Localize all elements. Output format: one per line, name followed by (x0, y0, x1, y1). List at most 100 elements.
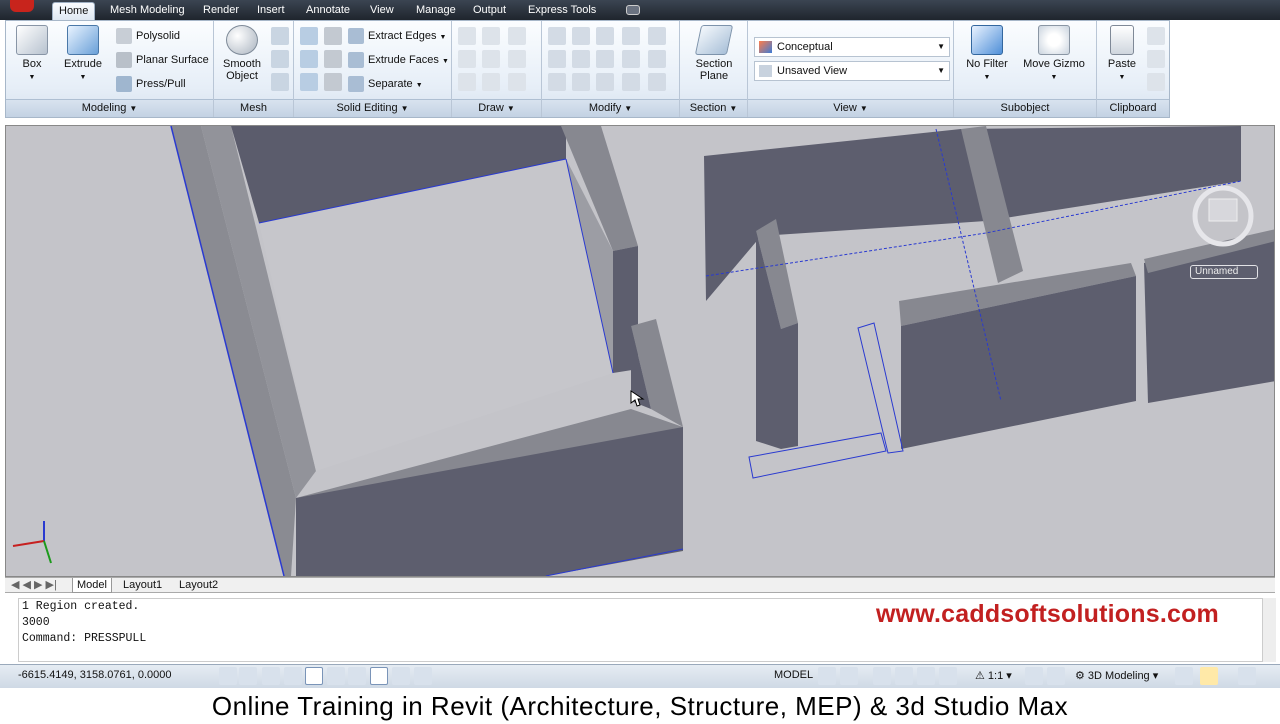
auto-scale-icon[interactable] (1047, 667, 1065, 685)
mesh-tool-icon[interactable] (271, 27, 289, 45)
smooth-object-button[interactable]: Smooth Object (218, 25, 266, 82)
tab-home[interactable]: Home (52, 2, 96, 20)
tab-insert[interactable]: Insert (251, 2, 291, 20)
pan-icon[interactable] (873, 667, 891, 685)
command-scrollbar[interactable] (1262, 598, 1276, 662)
model-space-toggle[interactable]: MODEL (774, 669, 813, 681)
tab-render[interactable]: Render (197, 2, 245, 20)
lock-icon[interactable] (1175, 667, 1193, 685)
move-gizmo-button[interactable]: Move Gizmo ▼ (1022, 25, 1086, 84)
cut-icon[interactable] (1147, 27, 1165, 45)
annotation-scale[interactable]: ⚠ 1:1 ▾ (975, 669, 1012, 682)
match-properties-icon[interactable] (1147, 73, 1165, 91)
mesh-crease-icon[interactable] (271, 73, 289, 91)
rotate-icon[interactable] (596, 50, 614, 68)
3d-move-icon[interactable] (596, 27, 614, 45)
subtract-icon[interactable] (300, 50, 318, 68)
steering-wheel-icon[interactable] (917, 667, 935, 685)
mesh-refine-icon[interactable] (271, 50, 289, 68)
tab-annotate[interactable]: Annotate (300, 2, 356, 20)
quick-properties-icon[interactable] (414, 667, 432, 685)
no-filter-button[interactable]: No Filter ▼ (962, 25, 1012, 84)
lineweight-icon[interactable] (392, 667, 410, 685)
polysolid-button[interactable]: Polysolid (116, 26, 180, 46)
zoom-icon[interactable] (895, 667, 913, 685)
line-icon[interactable] (458, 27, 476, 45)
panel-title-modify[interactable]: Modify ▼ (542, 99, 679, 117)
scale-icon[interactable] (596, 73, 614, 91)
visual-style-select[interactable]: Conceptual ▼ (754, 37, 950, 57)
offset-icon[interactable] (648, 27, 666, 45)
drawing-viewport[interactable]: Unnamed (5, 125, 1275, 577)
grid-icon[interactable] (239, 667, 257, 685)
rectangle-icon[interactable] (482, 73, 500, 91)
erase-icon[interactable] (622, 73, 640, 91)
tab-nav-arrows-icon[interactable]: ◀ ◀ ▶ ▶| (7, 578, 61, 593)
3d-array-icon[interactable] (572, 50, 590, 68)
fillet-icon[interactable] (648, 50, 666, 68)
polyline-icon[interactable] (482, 50, 500, 68)
stretch-icon[interactable] (572, 73, 590, 91)
clean-screen-icon[interactable] (1238, 667, 1256, 685)
separate-button[interactable]: Separate ▼ (348, 74, 423, 94)
panel-title-mesh[interactable]: Mesh (214, 99, 293, 117)
hardware-acceleration-icon[interactable] (1200, 667, 1218, 685)
tab-view[interactable]: View (364, 2, 400, 20)
tab-layout1[interactable]: Layout1 (119, 578, 166, 593)
otrack-icon[interactable] (348, 667, 366, 685)
extrude-faces-button[interactable]: Extrude Faces ▼ (348, 50, 449, 70)
extrude-button[interactable]: Extrude ▼ (60, 25, 106, 84)
extract-edges-button[interactable]: Extract Edges ▼ (348, 26, 446, 46)
arc-icon[interactable] (508, 27, 526, 45)
3d-scale-icon[interactable] (622, 27, 640, 45)
planar-surface-button[interactable]: Planar Surface (116, 50, 209, 70)
ellipse-icon[interactable] (508, 73, 526, 91)
quick-view-drawings-icon[interactable] (840, 667, 858, 685)
workspace-switch[interactable]: ⚙ 3D Modeling ▾ (1075, 669, 1158, 682)
minimize-ribbon-icon[interactable] (626, 5, 640, 15)
panel-title-view[interactable]: View ▼ (748, 99, 953, 117)
osnap-icon[interactable] (305, 667, 323, 685)
spline-icon[interactable] (458, 50, 476, 68)
box-button[interactable]: Box ▼ (12, 25, 52, 84)
3d-rotate-icon[interactable] (572, 27, 590, 45)
panel-title-modeling[interactable]: Modeling ▼ (6, 99, 213, 117)
polygon-icon[interactable] (458, 73, 476, 91)
join-icon[interactable] (648, 73, 666, 91)
tab-model[interactable]: Model (72, 578, 112, 593)
3d-align-icon[interactable] (548, 50, 566, 68)
annotation-visibility-icon[interactable] (1025, 667, 1043, 685)
slice-icon[interactable] (324, 27, 342, 45)
section-plane-button[interactable]: Section Plane (690, 25, 738, 82)
dynamic-input-icon[interactable] (370, 667, 388, 685)
dynamic-ucs-icon[interactable] (327, 667, 345, 685)
thicken-icon[interactable] (324, 73, 342, 91)
panel-title-draw[interactable]: Draw ▼ (452, 99, 541, 117)
viewcube-icon[interactable] (1208, 198, 1238, 222)
intersect-icon[interactable] (300, 73, 318, 91)
circle-icon[interactable] (508, 50, 526, 68)
tab-manage[interactable]: Manage (410, 2, 462, 20)
quick-view-layouts-icon[interactable] (818, 667, 836, 685)
infer-constraints-icon[interactable] (219, 667, 237, 685)
copy-icon[interactable] (622, 50, 640, 68)
presspull-button[interactable]: Press/Pull (116, 74, 186, 94)
interfere-icon[interactable] (324, 50, 342, 68)
panel-title-section[interactable]: Section ▼ (680, 99, 747, 117)
union-icon[interactable] (300, 27, 318, 45)
application-menu-button[interactable] (0, 0, 46, 20)
tab-mesh-modeling[interactable]: Mesh Modeling (104, 2, 191, 20)
polar-icon[interactable] (284, 667, 302, 685)
helix-icon[interactable] (482, 27, 500, 45)
saved-view-select[interactable]: Unsaved View ▼ (754, 61, 950, 81)
viewcube-ucs-menu[interactable]: Unnamed (1190, 265, 1258, 279)
paste-button[interactable]: Paste ▼ (1105, 25, 1139, 84)
tab-output[interactable]: Output (467, 2, 512, 20)
mirror-icon[interactable] (548, 73, 566, 91)
panel-title-solid-editing[interactable]: Solid Editing ▼ (294, 99, 451, 117)
coordinates-readout[interactable]: -6615.4149, 3158.0761, 0.0000 (18, 669, 172, 681)
ortho-icon[interactable] (262, 667, 280, 685)
tab-layout2[interactable]: Layout2 (175, 578, 222, 593)
tab-express-tools[interactable]: Express Tools (522, 2, 602, 20)
copy-clip-icon[interactable] (1147, 50, 1165, 68)
